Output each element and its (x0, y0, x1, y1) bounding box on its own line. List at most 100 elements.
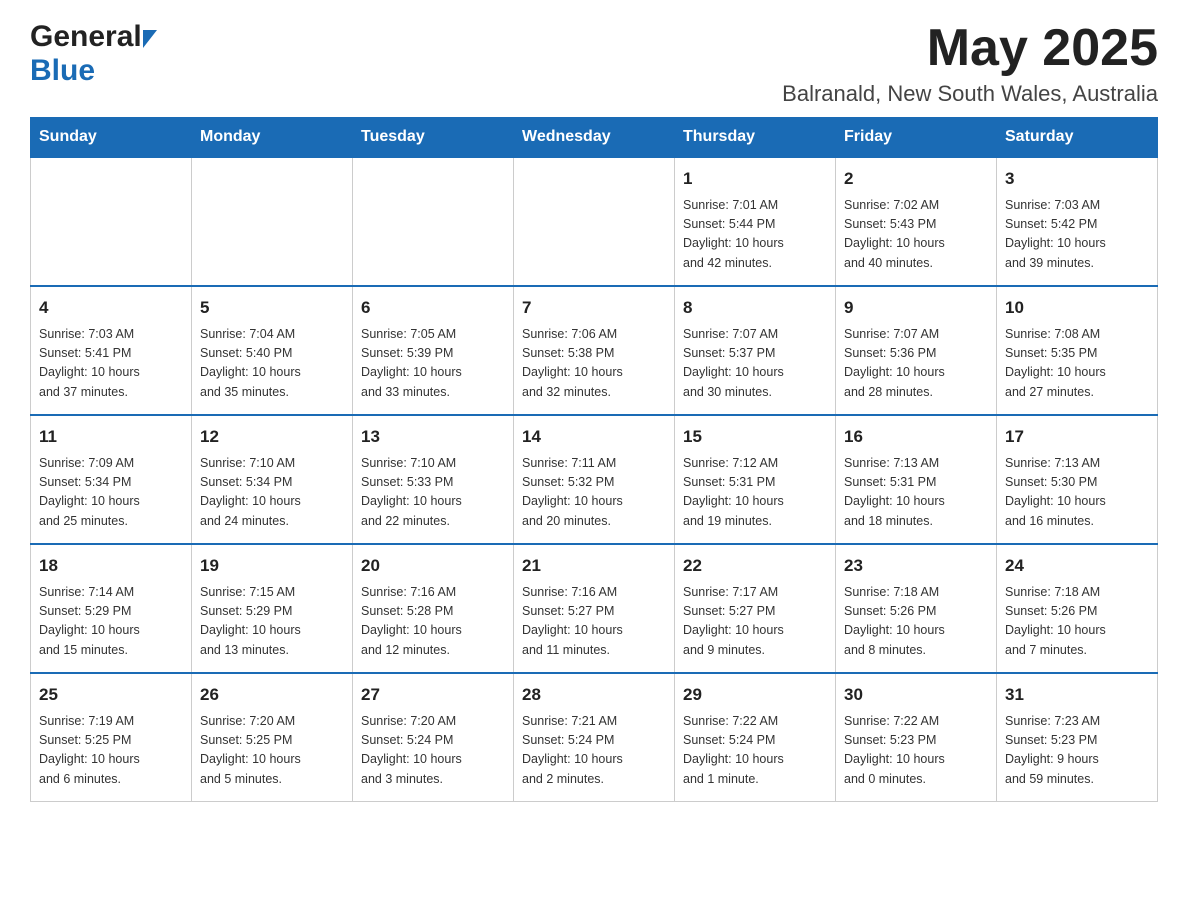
day-number: 12 (200, 424, 344, 450)
calendar-week-row: 4Sunrise: 7:03 AMSunset: 5:41 PMDaylight… (31, 286, 1158, 415)
calendar-header-sunday: Sunday (31, 118, 192, 158)
calendar-cell: 25 Sunrise: 7:19 AMSunset: 5:25 PMDayligh… (31, 673, 192, 802)
day-number: 3 (1005, 166, 1149, 192)
day-info: Sunrise: 7:22 AMSunset: 5:24 PMDaylight:… (683, 712, 827, 790)
day-number: 26 (200, 682, 344, 708)
calendar-cell: 9 Sunrise: 7:07 AMSunset: 5:36 PMDaylight… (836, 286, 997, 415)
day-info: Sunrise: 7:13 AMSunset: 5:30 PMDaylight:… (1005, 454, 1149, 532)
day-number: 9 (844, 295, 988, 321)
day-number: 17 (1005, 424, 1149, 450)
day-number: 4 (39, 295, 183, 321)
logo-blue-text: Blue (30, 54, 95, 87)
calendar-header-friday: Friday (836, 118, 997, 158)
calendar-header-wednesday: Wednesday (514, 118, 675, 158)
day-number: 28 (522, 682, 666, 708)
day-number: 15 (683, 424, 827, 450)
calendar-cell: 14Sunrise: 7:11 AMSunset: 5:32 PMDayligh… (514, 415, 675, 544)
day-info: Sunrise: 7:03 AMSunset: 5:42 PMDaylight:… (1005, 196, 1149, 274)
day-info: Sunrise: 7:12 AMSunset: 5:31 PMDaylight:… (683, 454, 827, 532)
day-info: Sunrise: 7:10 AMSunset: 5:33 PMDaylight:… (361, 454, 505, 532)
calendar-cell: 7Sunrise: 7:06 AMSunset: 5:38 PMDaylight… (514, 286, 675, 415)
day-number: 20 (361, 553, 505, 579)
calendar-cell: 28Sunrise: 7:21 AMSunset: 5:24 PMDayligh… (514, 673, 675, 802)
day-info: Sunrise: 7:14 AMSunset: 5:29 PMDaylight:… (39, 583, 183, 661)
day-info: Sunrise: 7:18 AMSunset: 5:26 PMDaylight:… (844, 583, 988, 661)
day-number: 29 (683, 682, 827, 708)
day-number: 18 (39, 553, 183, 579)
calendar-cell: 4Sunrise: 7:03 AMSunset: 5:41 PMDaylight… (31, 286, 192, 415)
calendar-cell: 2Sunrise: 7:02 AMSunset: 5:43 PMDaylight… (836, 157, 997, 286)
day-number: 14 (522, 424, 666, 450)
calendar-cell: 29 Sunrise: 7:22 AMSunset: 5:24 PMDayligh… (675, 673, 836, 802)
calendar-cell: 5 Sunrise: 7:04 AMSunset: 5:40 PMDaylight… (192, 286, 353, 415)
calendar-cell: 10Sunrise: 7:08 AMSunset: 5:35 PMDayligh… (997, 286, 1158, 415)
calendar-cell: 30Sunrise: 7:22 AMSunset: 5:23 PMDayligh… (836, 673, 997, 802)
day-info: Sunrise: 7:16 AMSunset: 5:27 PMDaylight:… (522, 583, 666, 661)
day-number: 10 (1005, 295, 1149, 321)
calendar-header-saturday: Saturday (997, 118, 1158, 158)
calendar-cell: 17 Sunrise: 7:13 AMSunset: 5:30 PMDayligh… (997, 415, 1158, 544)
day-number: 6 (361, 295, 505, 321)
calendar-week-row: 1 Sunrise: 7:01 AMSunset: 5:44 PMDaylight… (31, 157, 1158, 286)
title-block: May 2025 Balranald, New South Wales, Aus… (782, 20, 1158, 107)
location-title: Balranald, New South Wales, Australia (782, 81, 1158, 107)
day-number: 25 (39, 682, 183, 708)
calendar-cell (192, 157, 353, 286)
calendar-header-monday: Monday (192, 118, 353, 158)
calendar-cell: 19Sunrise: 7:15 AMSunset: 5:29 PMDayligh… (192, 544, 353, 673)
day-info: Sunrise: 7:06 AMSunset: 5:38 PMDaylight:… (522, 325, 666, 403)
calendar-cell (514, 157, 675, 286)
day-number: 31 (1005, 682, 1149, 708)
logo-arrow-icon (143, 30, 157, 48)
day-number: 5 (200, 295, 344, 321)
calendar-week-row: 25 Sunrise: 7:19 AMSunset: 5:25 PMDayligh… (31, 673, 1158, 802)
calendar-cell: 3 Sunrise: 7:03 AMSunset: 5:42 PMDaylight… (997, 157, 1158, 286)
day-number: 24 (1005, 553, 1149, 579)
day-info: Sunrise: 7:01 AMSunset: 5:44 PMDaylight:… (683, 196, 827, 274)
day-info: Sunrise: 7:02 AMSunset: 5:43 PMDaylight:… (844, 196, 988, 274)
day-info: Sunrise: 7:10 AMSunset: 5:34 PMDaylight:… (200, 454, 344, 532)
calendar-cell: 21 Sunrise: 7:16 AMSunset: 5:27 PMDayligh… (514, 544, 675, 673)
day-info: Sunrise: 7:07 AMSunset: 5:37 PMDaylight:… (683, 325, 827, 403)
day-number: 13 (361, 424, 505, 450)
calendar-table: SundayMondayTuesdayWednesdayThursdayFrid… (30, 117, 1158, 802)
day-info: Sunrise: 7:20 AMSunset: 5:25 PMDaylight:… (200, 712, 344, 790)
day-number: 27 (361, 682, 505, 708)
day-number: 22 (683, 553, 827, 579)
calendar-cell: 16Sunrise: 7:13 AMSunset: 5:31 PMDayligh… (836, 415, 997, 544)
calendar-cell: 31 Sunrise: 7:23 AMSunset: 5:23 PMDayligh… (997, 673, 1158, 802)
day-info: Sunrise: 7:04 AMSunset: 5:40 PMDaylight:… (200, 325, 344, 403)
calendar-header-row: SundayMondayTuesdayWednesdayThursdayFrid… (31, 118, 1158, 158)
day-info: Sunrise: 7:09 AMSunset: 5:34 PMDaylight:… (39, 454, 183, 532)
calendar-cell (353, 157, 514, 286)
calendar-cell: 11 Sunrise: 7:09 AMSunset: 5:34 PMDayligh… (31, 415, 192, 544)
day-info: Sunrise: 7:22 AMSunset: 5:23 PMDaylight:… (844, 712, 988, 790)
day-info: Sunrise: 7:23 AMSunset: 5:23 PMDaylight:… (1005, 712, 1149, 790)
page-header: General Blue May 2025 Balranald, New Sou… (30, 20, 1158, 107)
day-info: Sunrise: 7:15 AMSunset: 5:29 PMDaylight:… (200, 583, 344, 661)
calendar-cell: 15 Sunrise: 7:12 AMSunset: 5:31 PMDayligh… (675, 415, 836, 544)
day-number: 16 (844, 424, 988, 450)
calendar-cell: 24 Sunrise: 7:18 AMSunset: 5:26 PMDayligh… (997, 544, 1158, 673)
day-info: Sunrise: 7:17 AMSunset: 5:27 PMDaylight:… (683, 583, 827, 661)
day-number: 8 (683, 295, 827, 321)
day-info: Sunrise: 7:16 AMSunset: 5:28 PMDaylight:… (361, 583, 505, 661)
day-info: Sunrise: 7:18 AMSunset: 5:26 PMDaylight:… (1005, 583, 1149, 661)
day-number: 11 (39, 424, 183, 450)
calendar-cell: 13 Sunrise: 7:10 AMSunset: 5:33 PMDayligh… (353, 415, 514, 544)
day-number: 21 (522, 553, 666, 579)
calendar-cell: 22 Sunrise: 7:17 AMSunset: 5:27 PMDayligh… (675, 544, 836, 673)
calendar-cell: 6Sunrise: 7:05 AMSunset: 5:39 PMDaylight… (353, 286, 514, 415)
logo: General Blue (30, 20, 157, 88)
calendar-cell: 26 Sunrise: 7:20 AMSunset: 5:25 PMDayligh… (192, 673, 353, 802)
day-info: Sunrise: 7:07 AMSunset: 5:36 PMDaylight:… (844, 325, 988, 403)
day-number: 1 (683, 166, 827, 192)
day-info: Sunrise: 7:19 AMSunset: 5:25 PMDaylight:… (39, 712, 183, 790)
logo-general-text: General (30, 20, 142, 54)
day-info: Sunrise: 7:20 AMSunset: 5:24 PMDaylight:… (361, 712, 505, 790)
calendar-cell: 18 Sunrise: 7:14 AMSunset: 5:29 PMDayligh… (31, 544, 192, 673)
calendar-header-tuesday: Tuesday (353, 118, 514, 158)
calendar-cell: 20 Sunrise: 7:16 AMSunset: 5:28 PMDayligh… (353, 544, 514, 673)
calendar-cell: 12 Sunrise: 7:10 AMSunset: 5:34 PMDayligh… (192, 415, 353, 544)
calendar-header-thursday: Thursday (675, 118, 836, 158)
